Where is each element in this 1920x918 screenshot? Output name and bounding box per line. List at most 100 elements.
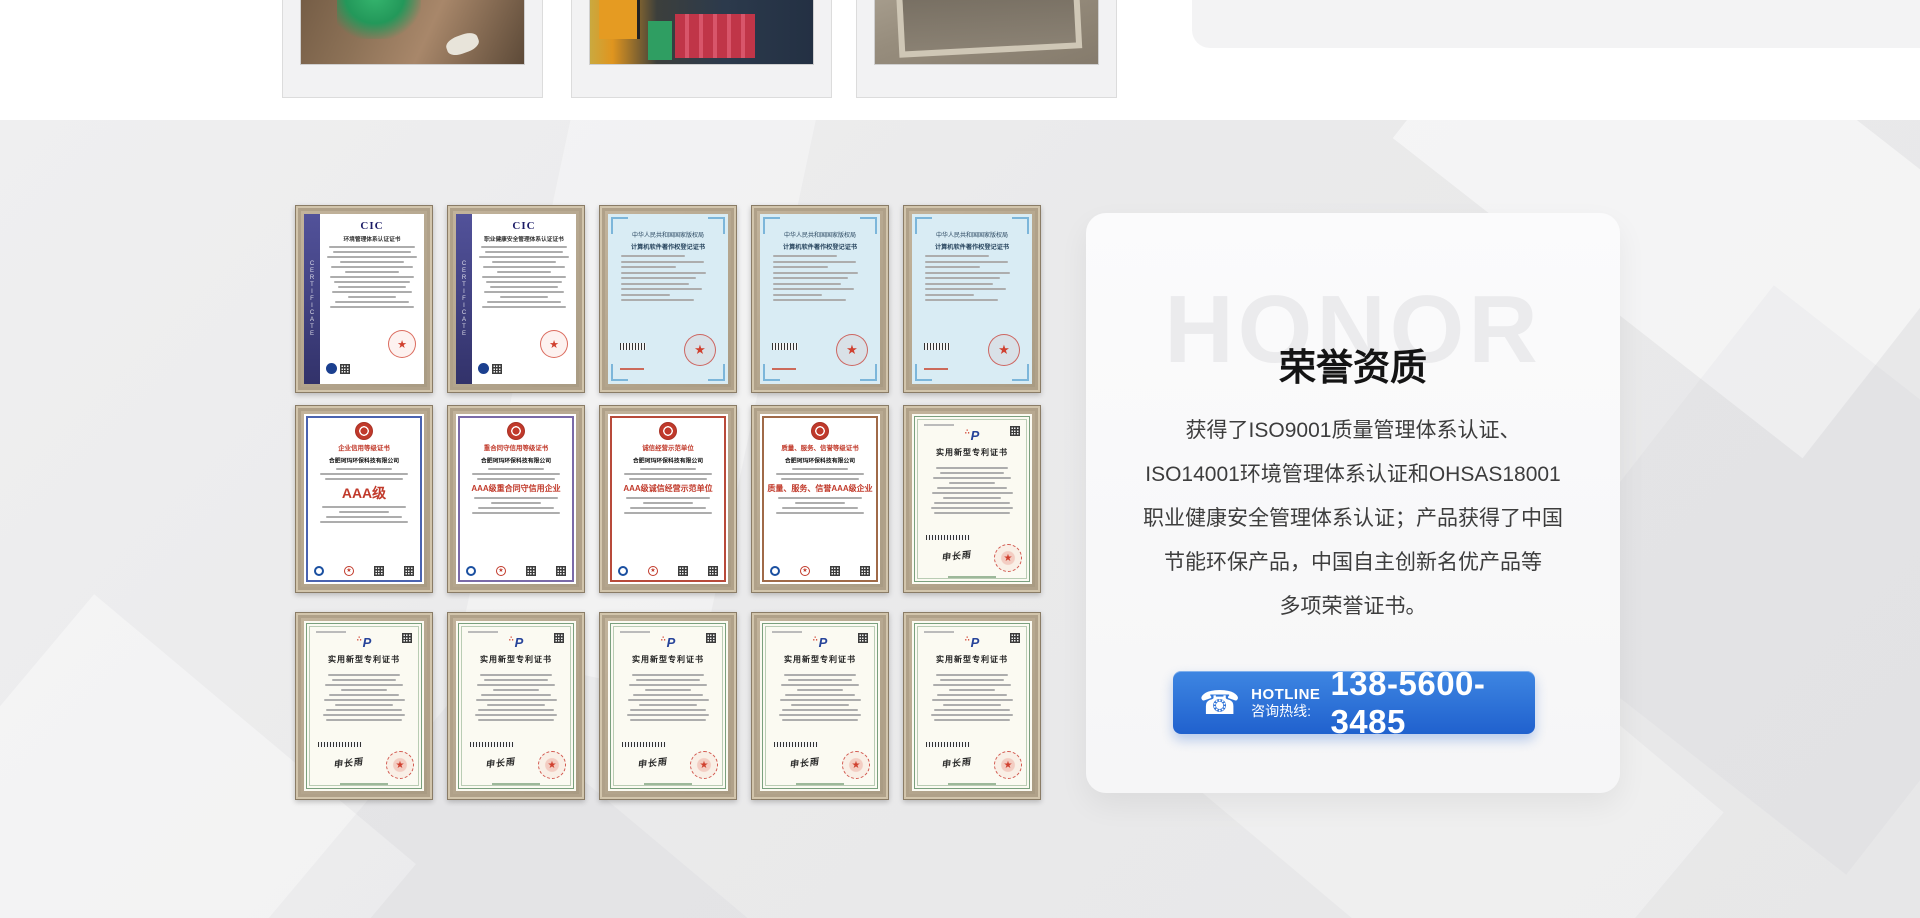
pipe-shape bbox=[444, 30, 482, 58]
text-line bbox=[333, 251, 412, 253]
certificate-title: 环境管理体系认证证书 bbox=[327, 234, 416, 243]
text-line bbox=[943, 704, 1001, 706]
integrity-operation-demo-certificate[interactable]: 诚信经营示范单位合肥珂玛环保科技有限公司AAA级诚信经营示范单位★ bbox=[599, 405, 737, 593]
software-copyright-certificate-3[interactable]: 中华人民共和国国家版权局计算机软件著作权登记证书★ bbox=[903, 205, 1041, 393]
text-line bbox=[485, 251, 564, 253]
certificate-body bbox=[456, 468, 576, 480]
text-line bbox=[627, 714, 710, 716]
certificate-paper: 中华人民共和国国家版权局计算机软件著作权登记证书★ bbox=[760, 214, 880, 384]
corner-ornament bbox=[708, 364, 725, 381]
enterprise-credit-rating-certificate[interactable]: 企业信用等级证书合肥珂玛环保科技有限公司AAA级★ bbox=[295, 405, 433, 593]
text-line bbox=[788, 679, 853, 681]
certificate-body bbox=[927, 464, 1017, 517]
project-photo-truck-site[interactable] bbox=[589, 0, 814, 65]
text-line bbox=[486, 281, 561, 283]
hotline-button[interactable]: ☎ HOTLINE 咨询热线: 138-5600-3485 bbox=[1173, 671, 1535, 734]
text-line bbox=[773, 299, 846, 301]
text-line bbox=[785, 694, 855, 696]
utility-model-patent-certificate-5[interactable]: ∴P实用新型专利证书申长雨★ bbox=[751, 612, 889, 800]
text-line bbox=[329, 694, 399, 696]
rating-highlight: AAA级诚信经营示范单位 bbox=[608, 483, 728, 494]
software-copyright-certificate-2[interactable]: 中华人民共和国国家版权局计算机软件著作权登记证书★ bbox=[751, 205, 889, 393]
corner-ornament bbox=[860, 364, 877, 381]
honor-description: 获得了ISO9001质量管理体系认证、 ISO14001环境管理体系认证和OHS… bbox=[1086, 409, 1620, 629]
text-line bbox=[621, 299, 694, 301]
text-line bbox=[940, 679, 1005, 681]
qr-code bbox=[678, 566, 688, 576]
cic-round-logo bbox=[326, 363, 337, 374]
text-line bbox=[628, 699, 709, 701]
certificate-paper: ∴P实用新型专利证书申长雨★ bbox=[304, 621, 424, 791]
cnipa-logo-dots: ∴ bbox=[509, 636, 514, 643]
certificate-paper: 质量、服务、信誉等级证书合肥珂玛环保科技有限公司质量、服务、信誉AAA级企业★ bbox=[760, 414, 880, 584]
trench-shape bbox=[895, 0, 1082, 58]
utility-model-patent-certificate-1[interactable]: ∴P实用新型专利证书申长雨★ bbox=[903, 405, 1041, 593]
red-star-logo: ★ bbox=[496, 566, 506, 576]
text-line bbox=[324, 699, 405, 701]
utility-model-patent-certificate-3[interactable]: ∴P实用新型专利证书申长雨★ bbox=[447, 612, 585, 800]
qr-code bbox=[526, 566, 536, 576]
text-line bbox=[925, 283, 993, 285]
honor-card: HONOR 荣誉资质 获得了ISO9001质量管理体系认证、 ISO14001环… bbox=[1086, 213, 1620, 793]
barcode bbox=[772, 343, 798, 350]
qr-code bbox=[340, 364, 350, 374]
commissioner-signature: 申长雨 bbox=[485, 754, 516, 770]
certificate-paper: 诚信经营示范单位合肥珂玛环保科技有限公司AAA级诚信经营示范单位★ bbox=[608, 414, 728, 584]
text-line bbox=[621, 294, 670, 296]
utility-model-patent-certificate-2[interactable]: ∴P实用新型专利证书申长雨★ bbox=[295, 612, 433, 800]
project-photo-card[interactable] bbox=[571, 0, 832, 98]
certificate-paper: ∴P实用新型专利证书申长雨★ bbox=[608, 621, 728, 791]
cic-logo: CIC bbox=[477, 220, 571, 232]
barcode bbox=[622, 742, 666, 747]
barcode bbox=[926, 535, 970, 540]
barcode bbox=[470, 742, 514, 747]
barcode bbox=[620, 343, 646, 350]
certificate-title: 实用新型专利证书 bbox=[760, 654, 880, 665]
certificate-title: 实用新型专利证书 bbox=[456, 654, 576, 665]
certificate-title: 诚信经营示范单位 bbox=[613, 443, 723, 452]
env-management-system-certificate[interactable]: CERTIFICATECIC环境管理体系认证证书★ bbox=[295, 205, 433, 393]
certificate-body: CIC职业健康安全管理体系认证证书 bbox=[477, 220, 571, 311]
certificate-logos: ★ bbox=[314, 566, 414, 576]
company-name: 合肥珂玛环保科技有限公司 bbox=[310, 456, 418, 465]
text-line bbox=[949, 689, 996, 691]
text-line bbox=[326, 719, 402, 721]
utility-model-patent-certificate-6[interactable]: ∴P实用新型专利证书申长雨★ bbox=[903, 612, 1041, 800]
quality-service-reputation-certificate[interactable]: 质量、服务、信誉等级证书合肥珂玛环保科技有限公司质量、服务、信誉AAA级企业★ bbox=[751, 405, 889, 593]
certificate-body bbox=[304, 506, 424, 523]
certificate-paper: ∴P实用新型专利证书申长雨★ bbox=[760, 621, 880, 791]
text-line bbox=[780, 699, 861, 701]
project-photo-card[interactable] bbox=[856, 0, 1117, 98]
cnipa-logo-dots: ∴ bbox=[965, 429, 970, 436]
text-line bbox=[925, 255, 989, 257]
text-line bbox=[329, 246, 415, 248]
certificate-logos: ★ bbox=[770, 566, 870, 576]
certificate-title: 实用新型专利证书 bbox=[912, 447, 1032, 458]
text-line bbox=[480, 674, 552, 676]
project-photo-concrete-pit[interactable] bbox=[874, 0, 1099, 65]
software-copyright-certificate-1[interactable]: 中华人民共和国国家版权局计算机软件著作权登记证书★ bbox=[599, 205, 737, 393]
text-line bbox=[479, 256, 568, 258]
utility-model-patent-certificate-4[interactable]: ∴P实用新型专利证书申长雨★ bbox=[599, 612, 737, 800]
certificate-body: CIC环境管理体系认证证书 bbox=[325, 220, 419, 311]
cnipa-logo-dots: ∴ bbox=[813, 636, 818, 643]
text-line bbox=[925, 299, 998, 301]
text-line bbox=[773, 283, 841, 285]
text-line bbox=[335, 301, 408, 303]
commissioner-signature: 申长雨 bbox=[789, 754, 820, 770]
red-star-seal: ★ bbox=[842, 751, 870, 779]
contract-honoring-rating-certificate[interactable]: 重合同守信用等级证书合肥珂玛环保科技有限公司AAA级重合同守信用企业★ bbox=[447, 405, 585, 593]
text-line bbox=[336, 468, 393, 470]
text-line bbox=[474, 497, 558, 499]
certificate-number bbox=[772, 368, 796, 370]
text-line bbox=[949, 482, 996, 484]
project-photo-excavation[interactable] bbox=[300, 0, 525, 65]
qr-code bbox=[554, 633, 564, 643]
text-line bbox=[621, 272, 706, 274]
qr-code bbox=[860, 566, 870, 576]
occupational-health-safety-certificate[interactable]: CERTIFICATECIC职业健康安全管理体系认证证书★ bbox=[447, 205, 585, 393]
text-line bbox=[621, 255, 685, 257]
certificate-title: 实用新型专利证书 bbox=[304, 654, 424, 665]
text-line bbox=[481, 246, 567, 248]
project-photo-card[interactable] bbox=[282, 0, 543, 98]
